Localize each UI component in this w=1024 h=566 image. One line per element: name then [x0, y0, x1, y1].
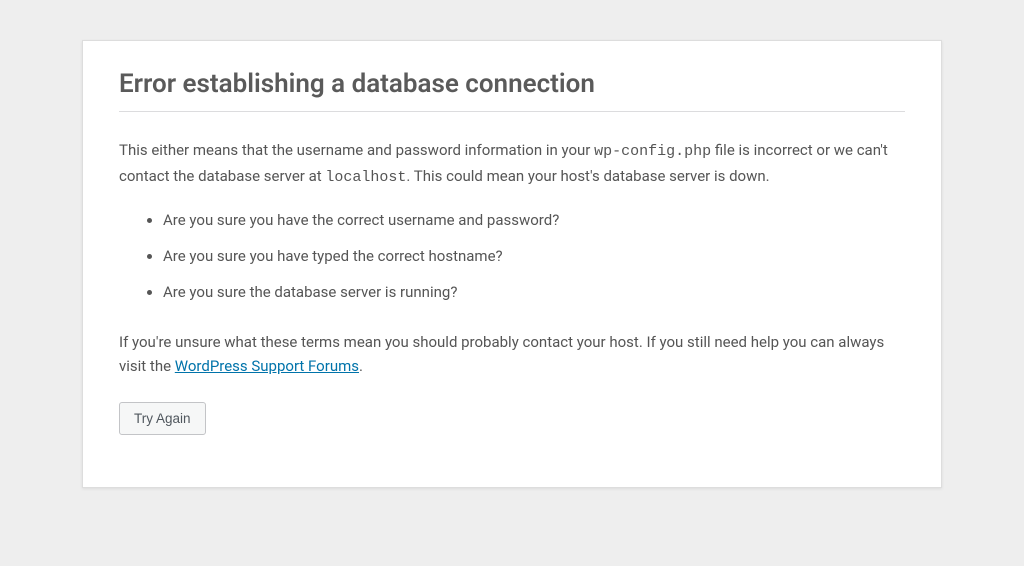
list-item: Are you sure the database server is runn… — [163, 280, 905, 304]
list-item: Are you sure you have typed the correct … — [163, 244, 905, 268]
error-intro-text-3: . This could mean your host's database s… — [406, 167, 769, 185]
support-forums-link[interactable]: WordPress Support Forums — [175, 357, 359, 375]
error-checklist: Are you sure you have the correct userna… — [163, 208, 905, 304]
error-container: Error establishing a database connection… — [82, 40, 942, 488]
host-code: localhost — [325, 169, 406, 186]
error-title: Error establishing a database connection — [119, 69, 905, 112]
list-item: Are you sure you have the correct userna… — [163, 208, 905, 232]
config-file-code: wp-config.php — [594, 143, 711, 160]
error-help: If you're unsure what these terms mean y… — [119, 330, 905, 378]
error-help-text-2: . — [359, 357, 363, 375]
error-intro-text-1: This either means that the username and … — [119, 141, 594, 159]
try-again-button[interactable]: Try Again — [119, 402, 206, 435]
error-intro: This either means that the username and … — [119, 138, 905, 190]
